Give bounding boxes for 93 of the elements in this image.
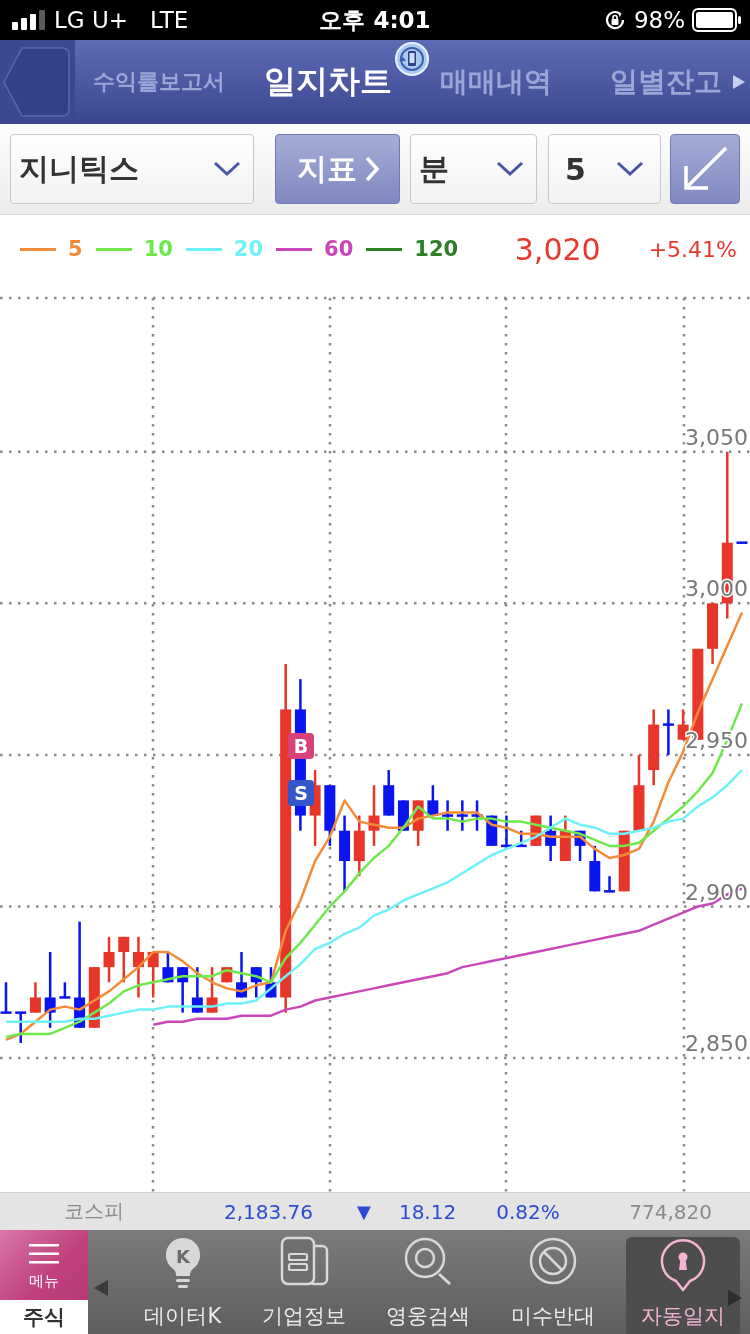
stock-dropdown[interactable]: 지니틱스: [10, 134, 254, 204]
right-triangle-icon[interactable]: [728, 1290, 742, 1306]
candle: [618, 830, 630, 892]
chevron-down-icon: [616, 161, 644, 177]
current-price: 3,020: [514, 231, 601, 267]
index-percent: 0.82%: [496, 1199, 560, 1224]
axis-label: 3,050: [685, 424, 748, 450]
index-change: 18.12: [398, 1199, 457, 1224]
price-change: +5.41%: [648, 236, 737, 262]
sell-marker[interactable]: S: [288, 780, 314, 806]
candle: [133, 936, 144, 998]
candle: [177, 967, 189, 1013]
candle: [471, 800, 483, 831]
nav-tab[interactable]: 일지차트: [248, 40, 408, 124]
candle: [707, 603, 719, 664]
chevron-down-icon: [496, 161, 524, 177]
candle: [589, 845, 601, 892]
candle: [353, 815, 365, 877]
signal-icon: [12, 10, 46, 30]
candle: [324, 785, 336, 846]
candle: [515, 830, 527, 848]
legend-label: 20: [233, 237, 264, 261]
battery-icon: [692, 8, 742, 32]
trade-volume: 774,820: [629, 1199, 712, 1224]
axis-label: 2,850: [685, 1031, 748, 1057]
candle: [383, 770, 395, 816]
legend-label: 120: [414, 237, 459, 261]
candle: [530, 815, 542, 846]
buy-marker[interactable]: B: [288, 733, 314, 759]
nav-tab[interactable]: 일별잔고: [600, 40, 732, 124]
index-value: 2,183.76: [224, 1199, 314, 1224]
network-type: LTE: [150, 7, 189, 33]
candle: [574, 830, 586, 862]
left-triangle-icon[interactable]: [94, 1280, 108, 1296]
candle: [559, 815, 571, 862]
carrier-name: LG U+: [54, 7, 129, 33]
candle: [397, 800, 409, 831]
bottom-tab[interactable]: 영웅검색: [376, 1230, 481, 1334]
candle: [191, 967, 203, 1013]
interval-dropdown[interactable]: 5: [548, 134, 661, 204]
bottom-tab[interactable]: 자동일지: [626, 1237, 740, 1334]
candle: [412, 800, 424, 846]
candle: [221, 967, 233, 983]
menu-button[interactable]: 메뉴: [0, 1230, 88, 1300]
nav-tab[interactable]: 수익률보고서: [85, 40, 232, 124]
candle: [501, 815, 512, 848]
candle: [59, 982, 71, 999]
bottom-tab[interactable]: K 데이터K: [134, 1230, 231, 1334]
search-icon: [403, 1236, 454, 1286]
candle: [736, 541, 748, 544]
candle: [456, 800, 468, 831]
legend-label: 60: [324, 237, 354, 261]
candle: [15, 1011, 27, 1043]
phone-circle-icon[interactable]: [394, 41, 430, 77]
down-triangle-icon: ▼: [357, 1201, 371, 1222]
candle: [147, 952, 159, 998]
candle: [265, 967, 277, 998]
battery-percent: 98%: [633, 7, 685, 33]
back-arrow-icon: [2, 47, 70, 117]
document-icon: [278, 1236, 329, 1286]
candle: [206, 967, 218, 1013]
candle: [368, 785, 380, 846]
candle: [0, 982, 12, 1014]
candle: [162, 952, 174, 983]
candle: [250, 967, 262, 998]
candle: [545, 815, 557, 862]
candle: [486, 815, 498, 846]
chevron-right-icon: [364, 156, 379, 182]
indicator-button[interactable]: 지표: [275, 134, 400, 204]
candle: [29, 982, 41, 1013]
bottom-tab[interactable]: 기업정보: [251, 1230, 356, 1334]
candle: [103, 936, 115, 983]
chevron-down-icon: [213, 161, 241, 177]
bottom-tab[interactable]: 미수반대: [501, 1230, 606, 1334]
clock-time: 오후 4:01: [319, 5, 431, 35]
candle: [88, 967, 100, 1028]
candle: [604, 876, 615, 893]
candle: [118, 936, 130, 983]
candle: [427, 785, 439, 816]
candle: [442, 800, 454, 831]
index-name: 코스피: [64, 1198, 124, 1225]
period-dropdown[interactable]: 분: [410, 134, 537, 204]
right-triangle-icon[interactable]: [733, 75, 745, 89]
legend-label: 10: [143, 237, 173, 261]
diagonal-arrow-icon: [682, 146, 728, 192]
candle: [662, 709, 674, 755]
menu-icon: [29, 1243, 59, 1264]
resize-button[interactable]: [670, 134, 740, 204]
prohibited-icon: [528, 1236, 579, 1286]
section-tab[interactable]: 주식: [0, 1300, 88, 1334]
legend-label: 5: [68, 237, 83, 261]
nav-tab[interactable]: 매매내역: [420, 40, 572, 124]
candle: [236, 952, 247, 998]
